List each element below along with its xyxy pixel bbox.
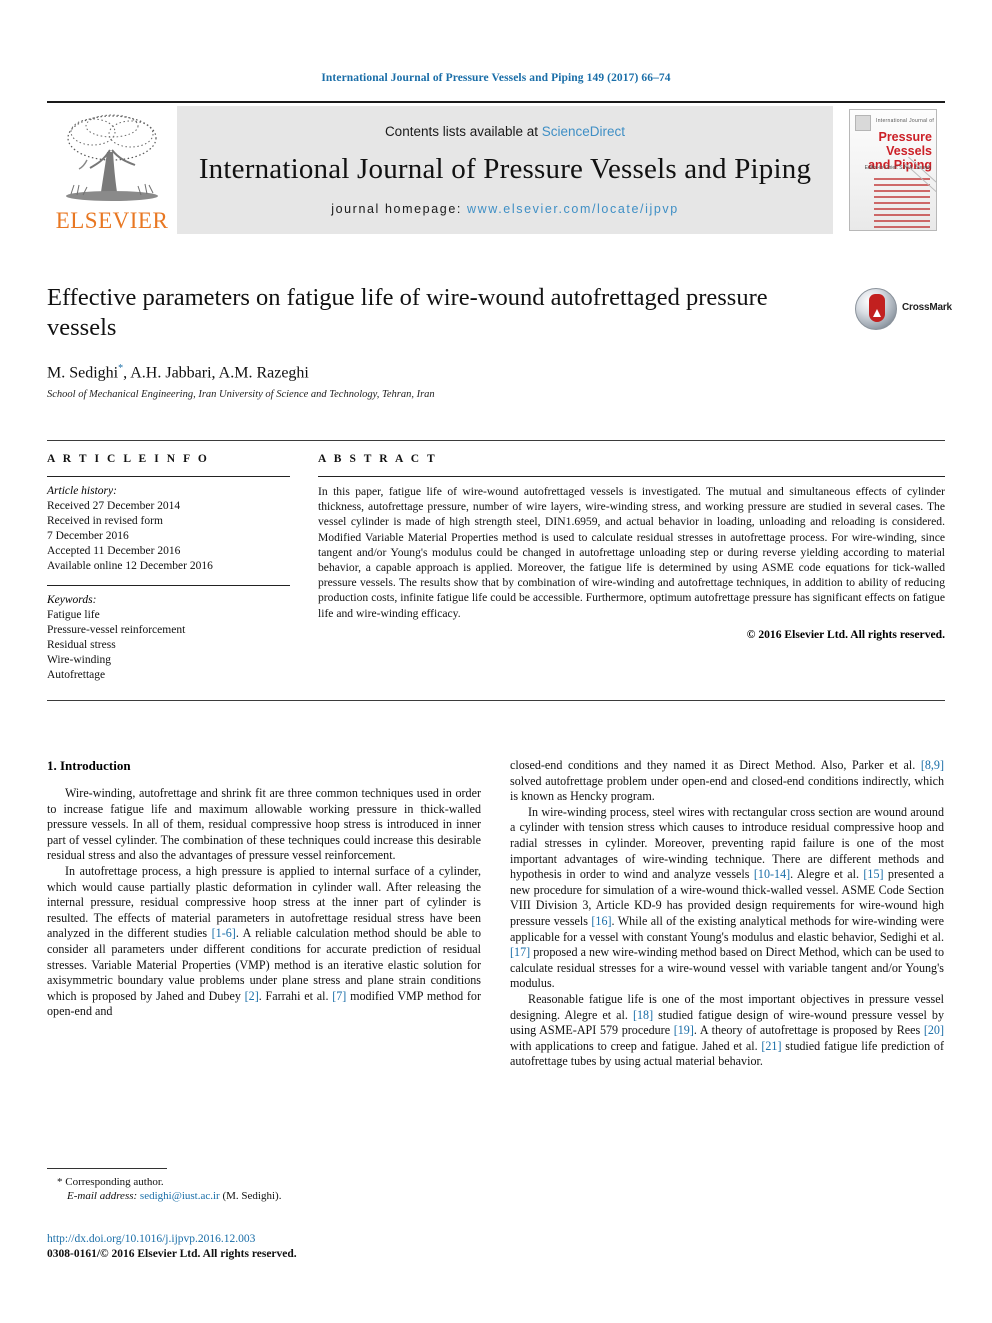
abstract-text: In this paper, fatigue life of wire-woun… [318,485,945,620]
article-history-label: Article history: [47,485,117,497]
citation-ref[interactable]: [19] [674,1023,694,1037]
body-columns: 1. Introduction Wire-winding, autofretta… [47,758,945,1070]
citation-ref[interactable]: [15] [863,867,883,881]
journal-title: International Journal of Pressure Vessel… [198,153,812,185]
corresponding-author-line: * Corresponding author. [47,1175,481,1189]
citation-ref[interactable]: [18] [633,1008,653,1022]
paragraph: closed-end conditions and they named it … [510,758,944,805]
section-title-introduction: 1. Introduction [47,758,131,773]
info-section-bottom-rule [47,700,945,701]
homepage-prefix: journal homepage: [331,202,468,216]
keyword-item: Residual stress [47,639,116,651]
citation-ref[interactable]: [8,9] [921,758,944,772]
body-right-column: closed-end conditions and they named it … [510,758,944,1070]
history-item: Received in revised form [47,515,163,527]
keyword-item: Pressure-vessel reinforcement [47,624,186,636]
corresponding-author-text: Corresponding author. [65,1176,164,1188]
keyword-item: Wire-winding [47,654,112,666]
masthead-banner: Contents lists available at ScienceDirec… [177,106,833,234]
citation-ref[interactable]: [16] [591,914,611,928]
title-block: Effective parameters on fatigue life of … [47,283,837,400]
keyword-item: Autofrettage [47,669,106,681]
citation-ref[interactable]: [17] [510,945,530,959]
homepage-url-link[interactable]: www.elsevier.com/locate/ijpvp [467,202,679,216]
citation-ref[interactable]: [10-14] [754,867,790,881]
issn-copyright-line: 0308-0161/© 2016 Elsevier Ltd. All right… [47,1248,297,1260]
sciencedirect-link[interactable]: ScienceDirect [542,124,625,139]
text-run: . A theory of autofrettage is proposed b… [693,1023,924,1038]
citation-ref[interactable]: [20] [924,1023,944,1037]
email-label: E-mail address: [67,1190,138,1202]
article-info-rule [47,476,290,477]
text-run: with applications to creep and fatigue. … [510,1038,762,1053]
corresponding-author-footnote: * Corresponding author. E-mail address: … [47,1168,481,1203]
contents-available-line: Contents lists available at ScienceDirec… [385,124,625,139]
doi-block: http://dx.doi.org/10.1016/j.ijpvp.2016.1… [47,1232,481,1262]
article-info-heading: A R T I C L E I N F O [47,453,210,465]
text-run: . Farrahi et al. [258,988,333,1003]
crossmark-badge[interactable]: CrossMark [855,288,952,332]
citation-ref[interactable]: [7] [332,989,346,1003]
email-line: E-mail address: sedighi@iust.ac.ir (M. S… [47,1189,481,1203]
citation-ref[interactable]: [2] [245,989,259,1003]
doi-link[interactable]: http://dx.doi.org/10.1016/j.ijpvp.2016.1… [47,1232,481,1247]
paragraph: In wire-winding process, steel wires wit… [510,805,944,992]
page-title: Effective parameters on fatigue life of … [47,284,768,341]
paper-page: International Journal of Pressure Vessel… [0,0,992,1323]
abstract-copyright: © 2016 Elsevier Ltd. All rights reserved… [746,627,945,641]
cover-elsevier-mark [855,115,871,131]
author-first: M. Sedighi [47,364,119,382]
journal-homepage-line: journal homepage: www.elsevier.com/locat… [331,202,679,216]
email-suffix: (M. Sedighi). [219,1190,282,1202]
contents-prefix: Contents lists available at [384,124,542,139]
crossmark-icon [855,288,897,330]
abstract-rule [318,476,945,477]
footnote-rule [47,1168,167,1169]
crossmark-label: CrossMark [902,302,952,313]
body-left-column: 1. Introduction Wire-winding, autofretta… [47,758,481,1070]
history-item: Received 27 December 2014 [47,500,181,512]
paragraph: In autofrettage process, a high pressure… [47,864,481,1020]
text-run: solved autofrettage problem under open-e… [510,773,944,804]
article-info-column: A R T I C L E I N F O Article history: R… [47,453,290,683]
article-info-abstract-area: A R T I C L E I N F O Article history: R… [47,440,945,683]
history-item: Available online 12 December 2016 [47,560,213,572]
journal-cover-thumbnail: International Journal of Pressure Vessel… [841,106,945,234]
elsevier-logo: ELSEVIER [47,106,177,234]
journal-masthead: ELSEVIER Contents lists available at Sci… [47,101,945,234]
history-item: Accepted 11 December 2016 [47,545,181,557]
authors-remaining: , A.H. Jabbari, A.M. Razeghi [123,364,309,382]
email-link[interactable]: sedighi@iust.ac.ir [140,1190,220,1202]
keyword-item: Fatigue life [47,609,100,621]
keywords-label: Keywords: [47,594,97,606]
elsevier-wordmark: ELSEVIER [55,208,169,233]
paragraph: Wire-winding, autofrettage and shrink fi… [47,786,481,863]
running-head: International Journal of Pressure Vessel… [321,72,671,84]
citation-ref[interactable]: [1-6] [212,926,236,940]
citation-ref[interactable]: [21] [761,1039,781,1053]
history-item: 7 December 2016 [47,530,129,542]
cover-title-line1: Pressure Vessels [878,130,932,158]
text-run: closed-end conditions and they named it … [510,758,921,772]
author-list: M. Sedighi*, A.H. Jabbari, A.M. Razeghi [47,363,837,382]
cover-kicker: International Journal of [876,118,935,124]
abstract-column: A B S T R A C T In this paper, fatigue l… [318,453,945,683]
text-run: proposed a new wire-winding method based… [510,945,944,991]
paragraph: Reasonable fatigue life is one of the mo… [510,992,944,1070]
footnote-star: * [57,1176,63,1188]
abstract-heading: A B S T R A C T [318,453,438,465]
text-run: . Alegre et al. [790,867,864,882]
affiliation: School of Mechanical Engineering, Iran U… [47,389,435,401]
keywords-rule [47,585,290,586]
elsevier-tree-icon [66,114,158,201]
